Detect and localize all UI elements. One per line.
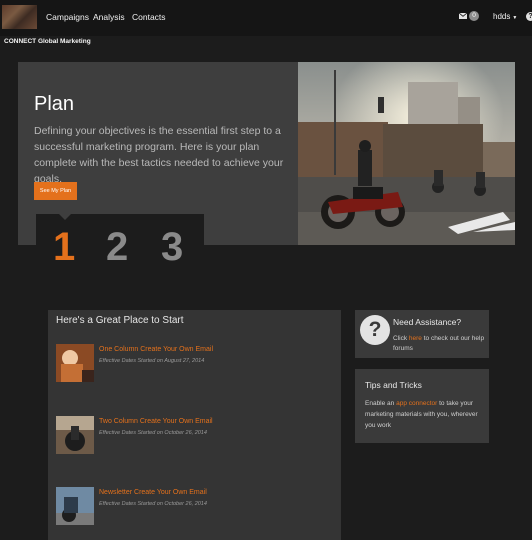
start-panel: Here's a Great Place to Start One Column… <box>48 310 341 540</box>
list-item: Newsletter Create Your Own Email Effecti… <box>56 487 336 527</box>
step-2-tab[interactable]: 2 <box>106 224 128 270</box>
top-navigation-bar: Campaigns Analysis Contacts 0 hdds▼ ? <box>0 0 532 36</box>
assistance-text-start: Click <box>393 335 409 342</box>
hero-title: Plan <box>34 93 75 115</box>
nav-campaigns-link[interactable]: Campaigns <box>46 12 89 22</box>
template-link[interactable]: Two Column Create Your Own Email <box>99 418 213 425</box>
template-date: Effective Dates Started on October 26, 2… <box>99 430 207 436</box>
tips-text: Enable an app connector to take your mar… <box>365 398 485 431</box>
see-my-plan-button[interactable]: See My Plan <box>34 182 77 200</box>
list-item: Two Column Create Your Own Email Effecti… <box>56 416 336 456</box>
chevron-down-icon: ▼ <box>512 15 518 21</box>
step-1-tab[interactable]: 1 <box>53 224 75 270</box>
step-3-tab[interactable]: 3 <box>161 224 183 270</box>
question-icon: ? <box>360 315 390 345</box>
company-name: CONNECT Global Marketing <box>4 38 91 45</box>
email-template-thumbnail[interactable] <box>56 344 94 382</box>
help-forums-link[interactable]: here <box>409 335 422 342</box>
email-template-thumbnail[interactable] <box>56 416 94 454</box>
assistance-text: Click here to check out our help forums <box>393 334 485 354</box>
user-name: hdds <box>493 12 511 21</box>
help-icon[interactable]: ? <box>526 12 532 21</box>
assistance-title: Need Assistance? <box>393 317 462 327</box>
list-item: One Column Create Your Own Email Effecti… <box>56 344 336 384</box>
tips-panel: Tips and Tricks Enable an app connector … <box>355 369 489 443</box>
assistance-panel: ? Need Assistance? Click here to check o… <box>355 310 489 358</box>
active-step-indicator <box>59 214 71 220</box>
nav-analysis-link[interactable]: Analysis <box>93 12 125 22</box>
hero-motorcycle-photo <box>298 62 515 245</box>
template-date: Effective Dates Started on August 27, 20… <box>99 358 205 364</box>
tips-text-start: Enable an <box>365 400 397 407</box>
mail-icon[interactable] <box>459 13 467 19</box>
app-connector-link[interactable]: app connector <box>396 400 437 407</box>
email-template-thumbnail[interactable] <box>56 487 94 525</box>
mail-count-badge[interactable]: 0 <box>469 11 479 21</box>
start-panel-title: Here's a Great Place to Start <box>56 315 184 326</box>
nav-contacts-link[interactable]: Contacts <box>132 12 166 22</box>
template-date: Effective Dates Started on October 26, 2… <box>99 501 207 507</box>
user-menu[interactable]: hdds ▼ <box>493 12 517 21</box>
hero-description: Defining your objectives is the essentia… <box>34 125 284 185</box>
profile-thumbnail[interactable] <box>2 5 37 29</box>
template-link[interactable]: One Column Create Your Own Email <box>99 346 213 353</box>
template-link[interactable]: Newsletter Create Your Own Email <box>99 489 207 496</box>
tips-title: Tips and Tricks <box>365 380 422 390</box>
